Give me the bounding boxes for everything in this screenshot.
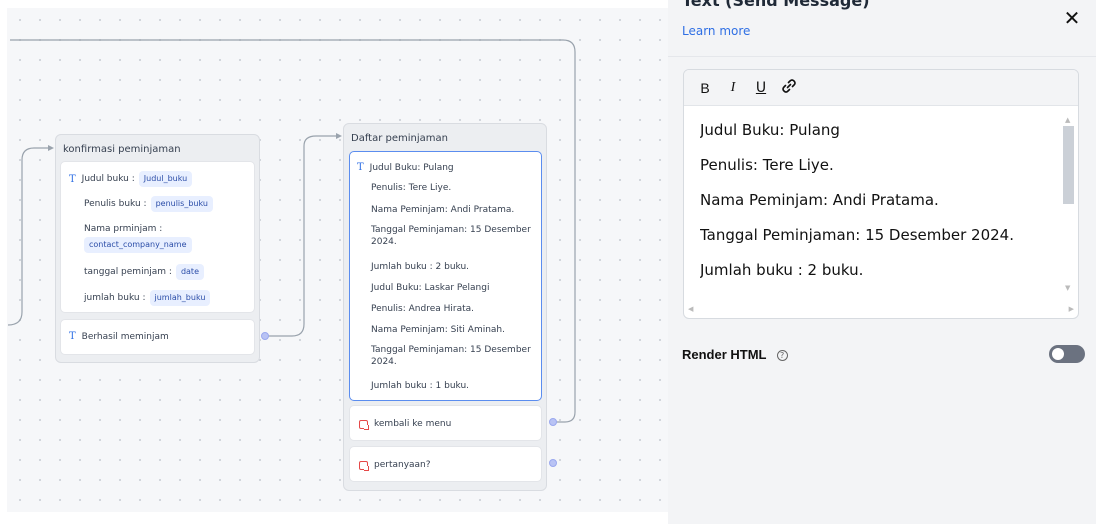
flow-canvas[interactable]: konfirmasi peminjaman T Judul buku : Jud… [0,0,668,524]
field-jumlah-buku: jumlah buku : jumlah_buku [84,290,211,306]
scroll-thumb[interactable] [1063,126,1074,204]
close-icon[interactable]: ✕ [1061,6,1083,30]
output-port-kembali[interactable] [549,418,557,426]
render-html-toggle[interactable] [1049,345,1085,363]
learn-more-link[interactable]: Learn more [682,24,750,38]
render-html-setting: Render HTML ? [682,344,1085,364]
edge-into-konfirmasi [7,147,50,326]
scroll-down-icon[interactable]: ▼ [1065,284,1070,292]
variable-chip[interactable]: jumlah_buku [149,290,211,306]
field-nama-peminjam: Nama prminjam : contact_company_name [84,223,192,253]
editor-toolbar: B I U [684,70,1078,106]
variable-chip[interactable]: contact_company_name [84,237,192,253]
node-konfirmasi-peminjaman[interactable]: konfirmasi peminjaman T Judul buku : Jud… [55,134,260,363]
underline-button[interactable]: U [752,78,770,98]
toggle-knob [1052,348,1064,360]
editor-content[interactable]: Judul Buku: Pulang Penulis: Tere Liye. N… [700,106,1058,306]
scroll-right-icon[interactable]: ▶ [1069,305,1074,313]
button-block-kembali[interactable]: kembali ke menu [349,405,542,441]
link-icon[interactable] [780,78,798,98]
node-daftar-peminjaman[interactable]: Daftar peminjaman T Judul Buku: Pulang P… [343,123,547,491]
field-judul-buku: T Judul buku : Judul_buku [69,171,193,187]
text-block-konfirmasi[interactable]: T Judul buku : Judul_buku Penulis buku :… [60,161,255,313]
output-port-pertanyaan[interactable] [549,459,557,467]
panel-header: Text (Send Message) Learn more ✕ [668,0,1096,57]
variable-chip[interactable]: Judul_buku [138,171,193,187]
bold-button[interactable]: B [696,78,714,98]
button-message-icon [359,460,369,471]
help-icon[interactable]: ? [776,350,788,361]
variable-chip[interactable]: date [175,264,204,280]
panel-title: Text (Send Message) [682,0,870,10]
output-port[interactable] [261,332,269,340]
scroll-up-icon[interactable]: ▲ [1065,116,1070,124]
vertical-scrollbar[interactable]: ▲ ▼ [1063,116,1074,292]
node-title: Daftar peminjaman [351,133,448,144]
text-type-icon: T [357,162,364,173]
text-block-berhasil[interactable]: T Berhasil meminjam [60,319,255,355]
scroll-left-icon[interactable]: ◀ [688,305,693,313]
node-title: konfirmasi peminjaman [63,144,181,155]
edge-berhasil-to-daftar [266,135,338,337]
rich-text-editor[interactable]: B I U Judul Buku: Pulang Penulis: Tere L… [683,69,1079,319]
horizontal-scrollbar[interactable]: ◀ ▶ [688,305,1074,315]
field-penulis-buku: Penulis buku : penulis_buku [84,196,213,212]
field-tanggal-peminjam: tanggal peminjam : date [84,264,204,280]
text-block-daftar[interactable]: T Judul Buku: Pulang Penulis: Tere Liye.… [349,151,542,401]
italic-button[interactable]: I [724,78,742,98]
text-type-icon: T [69,173,76,185]
button-message-icon [359,419,369,430]
text-type-icon: T [69,331,76,342]
button-block-pertanyaan[interactable]: pertanyaan? [349,446,542,482]
render-html-label: Render HTML [682,347,767,362]
properties-panel: B I U Judul Buku: Pulang Penulis: Tere L… [668,0,1096,524]
variable-chip[interactable]: penulis_buku [150,196,213,212]
